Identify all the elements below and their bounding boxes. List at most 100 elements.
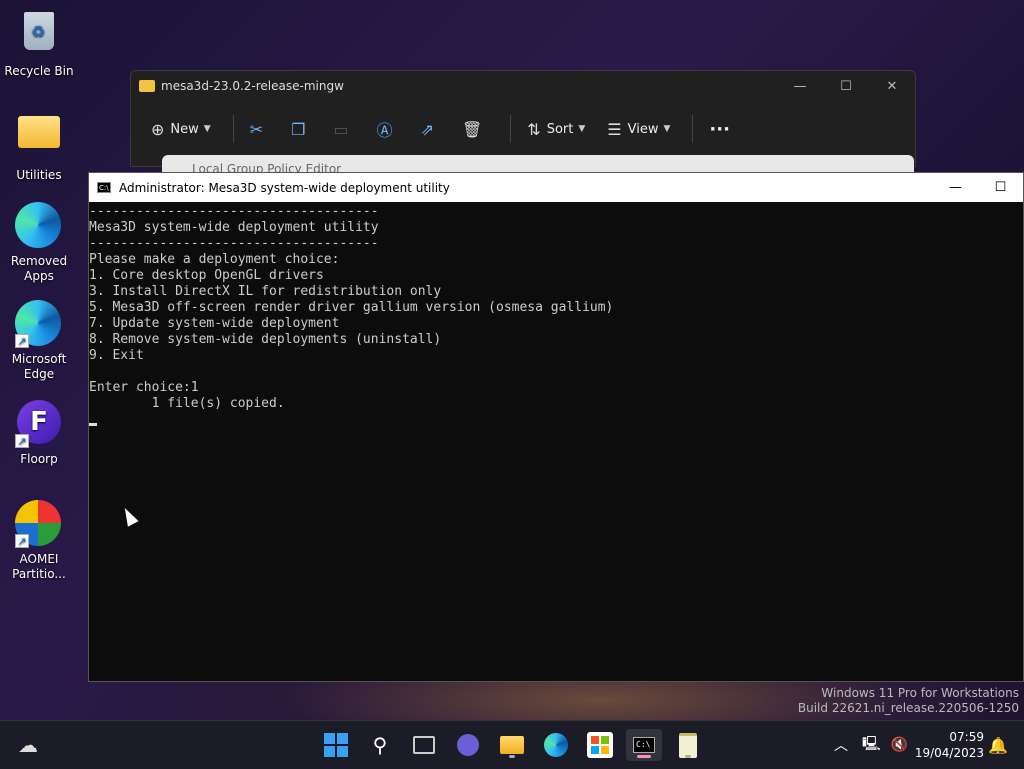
desktop-icon-label: Recycle Bin bbox=[4, 64, 74, 78]
desktop-icon-aomei[interactable]: ↗ AOMEI Partitio... bbox=[4, 500, 74, 582]
rename-icon: Ⓐ bbox=[376, 121, 393, 140]
desktop-icon-microsoft-edge[interactable]: ↗ Microsoft Edge bbox=[4, 300, 74, 382]
desktop-icon-label: Floorp bbox=[20, 452, 58, 466]
desktop-icon-removed-apps[interactable]: Removed Apps bbox=[4, 202, 74, 284]
explorer-window-controls: — ☐ ✕ bbox=[777, 71, 915, 101]
desktop-icon-recycle-bin[interactable]: ♻ Recycle Bin bbox=[4, 8, 74, 79]
edge-icon bbox=[544, 733, 568, 757]
console-line: 1 file(s) copied. bbox=[89, 396, 285, 411]
clock-date: 19/04/2023 bbox=[914, 746, 984, 760]
taskbar: ☁ ⚲ C:\ ︿ 🖳 🔇 07:59 19/04/2023 🔔 bbox=[0, 720, 1024, 769]
volume-muted-icon[interactable]: 🔇 bbox=[891, 737, 908, 753]
copy-icon: ❐ bbox=[291, 119, 306, 139]
cmd-icon: C:\ bbox=[97, 182, 111, 193]
view-label: View bbox=[627, 121, 659, 137]
folder-icon bbox=[139, 80, 155, 92]
console-line: 3. Install DirectX IL for redistribution… bbox=[89, 284, 442, 299]
edge-icon bbox=[15, 202, 63, 250]
desktop-icon-floorp[interactable]: F ↗ Floorp bbox=[4, 400, 74, 467]
active-indicator bbox=[637, 755, 651, 758]
system-tray: ︿ 🖳 🔇 bbox=[834, 721, 908, 769]
store-taskbar-button[interactable] bbox=[584, 729, 616, 761]
view-button[interactable]: ☰ View ▼ bbox=[599, 113, 678, 145]
chat-icon bbox=[457, 734, 479, 756]
chevron-down-icon: ▼ bbox=[203, 124, 211, 134]
paste-button[interactable]: ▭ bbox=[325, 113, 362, 145]
recycle-bin-icon: ♻ bbox=[15, 12, 63, 60]
desktop-icon-utilities[interactable]: Utilities bbox=[4, 108, 74, 183]
close-button[interactable]: ✕ bbox=[869, 71, 915, 101]
share-icon: ⇗ bbox=[420, 119, 434, 139]
console-window-controls: — ☐ bbox=[933, 173, 1023, 202]
rename-button[interactable]: Ⓐ bbox=[369, 113, 407, 145]
windows-logo-icon bbox=[324, 733, 348, 757]
aomei-icon: ↗ bbox=[15, 500, 63, 548]
folder-icon bbox=[15, 116, 63, 164]
search-icon: ⚲ bbox=[372, 733, 388, 757]
task-view-icon bbox=[413, 736, 435, 754]
windows-watermark: Windows 11 Pro for Workstations Build 22… bbox=[798, 686, 1019, 716]
console-line: 5. Mesa3D off-screen render driver galli… bbox=[89, 300, 614, 315]
maximize-button[interactable]: ☐ bbox=[978, 173, 1023, 202]
trash-icon: 🗑 bbox=[461, 119, 483, 139]
sort-icon: ⇅ bbox=[527, 119, 541, 139]
clock-time: 07:59 bbox=[949, 730, 984, 744]
console-line: 1. Core desktop OpenGL drivers bbox=[89, 268, 324, 283]
terminal-taskbar-button[interactable]: C:\ bbox=[626, 729, 662, 761]
copy-button[interactable]: ❐ bbox=[283, 113, 319, 145]
search-button[interactable]: ⚲ bbox=[364, 729, 396, 761]
console-line: 9. Exit bbox=[89, 348, 144, 363]
share-button[interactable]: ⇗ bbox=[413, 113, 448, 145]
shortcut-arrow-icon: ↗ bbox=[15, 534, 29, 548]
toolbar-divider bbox=[692, 115, 694, 143]
store-icon bbox=[587, 732, 613, 758]
delete-button[interactable]: 🗑 bbox=[454, 113, 496, 145]
console-cursor-line bbox=[89, 412, 1023, 428]
running-indicator bbox=[685, 755, 691, 758]
start-button[interactable] bbox=[320, 729, 352, 761]
console-window[interactable]: C:\ Administrator: Mesa3D system-wide de… bbox=[88, 172, 1024, 682]
watermark-edition: Windows 11 Pro for Workstations bbox=[821, 686, 1019, 700]
plus-icon: ⊕ bbox=[151, 119, 165, 139]
clipboard-icon: ▭ bbox=[333, 119, 349, 139]
toolbar-divider bbox=[232, 115, 234, 143]
minimize-button[interactable]: — bbox=[777, 71, 823, 101]
notepad-taskbar-button[interactable] bbox=[672, 729, 704, 761]
chevron-up-icon[interactable]: ︿ bbox=[834, 735, 848, 755]
sort-button[interactable]: ⇅ Sort ▼ bbox=[519, 113, 593, 145]
shortcut-arrow-icon: ↗ bbox=[15, 434, 29, 448]
console-titlebar[interactable]: C:\ Administrator: Mesa3D system-wide de… bbox=[89, 173, 1023, 202]
chevron-down-icon: ▼ bbox=[663, 124, 671, 134]
new-button[interactable]: ⊕ New ▼ bbox=[143, 113, 219, 145]
running-indicator bbox=[509, 755, 515, 758]
file-explorer-taskbar-button[interactable] bbox=[496, 729, 528, 761]
desktop-icon-label: Utilities bbox=[16, 168, 62, 182]
maximize-button[interactable]: ☐ bbox=[823, 71, 869, 101]
minimize-button[interactable]: — bbox=[933, 173, 978, 202]
cmd-icon: C:\ bbox=[633, 737, 655, 753]
teams-chat-button[interactable] bbox=[452, 729, 484, 761]
notification-bell-icon: 🔔 bbox=[988, 735, 1008, 755]
shortcut-arrow-icon: ↗ bbox=[15, 334, 29, 348]
cut-button[interactable]: ✂ bbox=[242, 113, 277, 145]
file-explorer-window[interactable]: mesa3d-23.0.2-release-mingw — ☐ ✕ ⊕ New … bbox=[130, 70, 916, 167]
console-output[interactable]: ------------------------------------- Mes… bbox=[89, 202, 1023, 428]
desktop-icon-label: Removed Apps bbox=[10, 254, 68, 283]
desktop-icon-label: Microsoft Edge bbox=[11, 352, 67, 381]
scissors-icon: ✂ bbox=[249, 119, 264, 139]
explorer-title: mesa3d-23.0.2-release-mingw bbox=[161, 79, 344, 93]
task-view-button[interactable] bbox=[408, 729, 440, 761]
text-cursor bbox=[89, 423, 97, 426]
floorp-icon: F ↗ bbox=[15, 400, 63, 448]
toolbar-divider bbox=[510, 115, 512, 143]
network-icon[interactable]: 🖳 bbox=[862, 733, 881, 757]
console-line: ------------------------------------- bbox=[89, 204, 379, 219]
weather-widget-button[interactable]: ☁ bbox=[12, 729, 44, 761]
clock[interactable]: 07:59 19/04/2023 bbox=[915, 729, 984, 761]
more-options-button[interactable]: ··· bbox=[701, 113, 738, 145]
notification-button[interactable]: 🔔 bbox=[988, 721, 1008, 769]
notepad-icon bbox=[679, 732, 697, 758]
console-line: Mesa3D system-wide deployment utility bbox=[89, 220, 379, 235]
explorer-toolbar: ⊕ New ▼ ✂ ❐ ▭ Ⓐ ⇗ 🗑 ⇅ Sort ▼ ☰ View ▼ ··… bbox=[143, 111, 903, 147]
edge-taskbar-button[interactable] bbox=[540, 729, 572, 761]
